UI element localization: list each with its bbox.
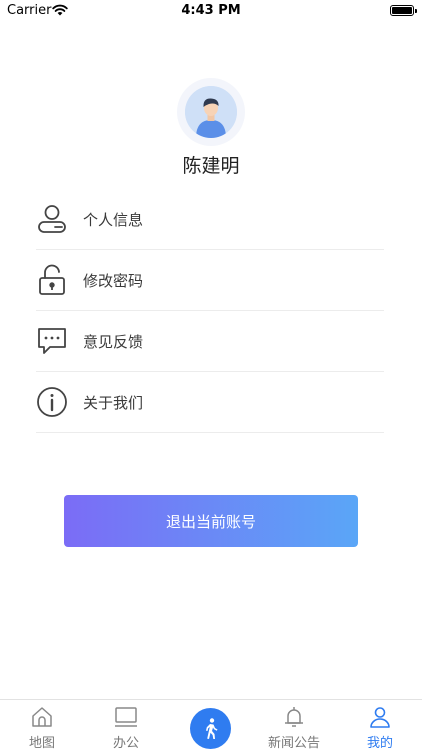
bell-icon — [285, 707, 303, 727]
tab-mine[interactable]: 我的 — [338, 700, 422, 750]
status-bar: Carrier 4:43 PM — [0, 0, 422, 22]
avatar[interactable] — [177, 78, 245, 146]
tab-map[interactable]: 地图 — [0, 700, 84, 750]
menu-item-feedback[interactable]: 意见反馈 — [36, 311, 384, 372]
lock-icon — [36, 264, 68, 296]
monitor-icon — [115, 707, 137, 727]
profile-menu: 个人信息 修改密码 意见反馈 关于我们 — [36, 189, 384, 433]
tab-label: 我的 — [366, 736, 393, 750]
tab-label: 办公 — [112, 736, 139, 750]
user-icon — [370, 707, 390, 728]
logout-button[interactable]: 退出当前账号 — [64, 495, 358, 547]
menu-item-label: 个人信息 — [83, 210, 144, 229]
menu-item-change-password[interactable]: 修改密码 — [36, 250, 384, 311]
battery-icon — [390, 5, 417, 16]
center-action-button[interactable] — [190, 708, 231, 749]
user-avatar — [185, 86, 237, 138]
walking-icon — [205, 717, 217, 739]
menu-item-personal-info[interactable]: 个人信息 — [36, 189, 384, 250]
person-icon — [36, 203, 68, 235]
info-icon — [36, 386, 68, 418]
menu-item-label: 关于我们 — [83, 393, 144, 412]
tab-label: 地图 — [28, 736, 55, 750]
menu-item-label: 修改密码 — [83, 271, 144, 290]
tab-label: 新闻公告 — [267, 736, 320, 750]
tab-office[interactable]: 办公 — [84, 700, 168, 750]
user-name: 陈建明 — [182, 155, 240, 177]
tab-news[interactable]: 新闻公告 — [252, 700, 336, 750]
menu-item-about-us[interactable]: 关于我们 — [36, 372, 384, 433]
chat-icon — [36, 325, 68, 357]
home-icon — [32, 707, 52, 727]
menu-item-label: 意见反馈 — [83, 332, 144, 351]
clock: 4:43 PM — [181, 3, 241, 18]
